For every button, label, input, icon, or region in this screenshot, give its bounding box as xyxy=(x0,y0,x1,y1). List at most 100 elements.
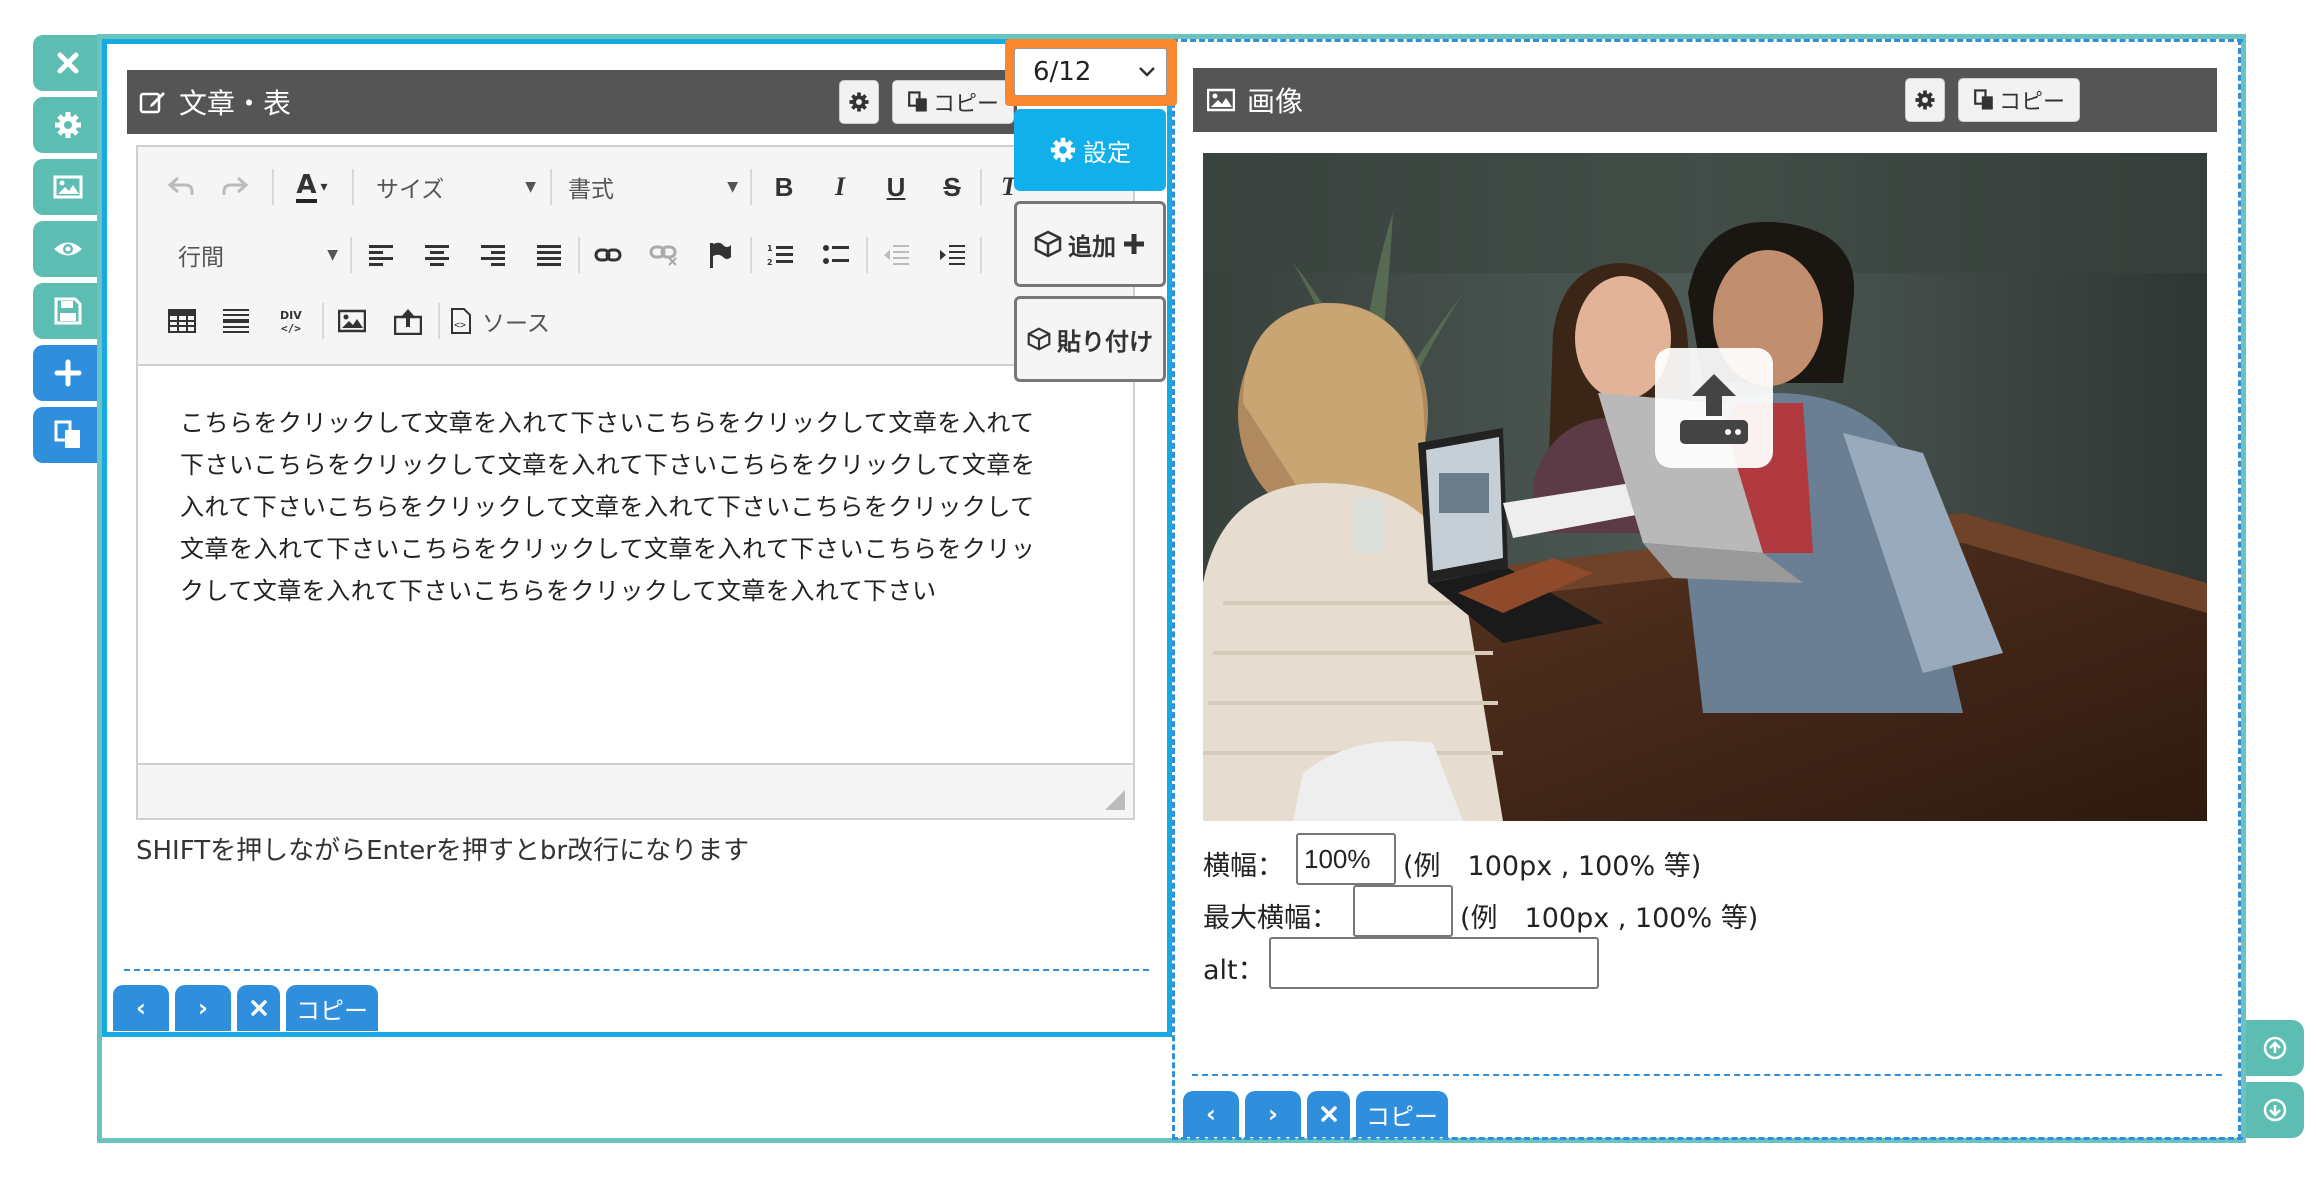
rich-text-editor[interactable]: A ▾ サイズ ▼ 書式 ▼ B I U S T 行間 ▼ 1 2 DIV </… xyxy=(136,145,1135,820)
line-height-dropdown[interactable]: 行間 ▼ xyxy=(178,237,338,273)
copy-column-button[interactable]: コピー xyxy=(286,985,378,1031)
column-size-value: 6/12 xyxy=(1033,57,1092,87)
copy-block-button[interactable] xyxy=(33,407,102,463)
image-panel-copy-label: コピー xyxy=(1998,90,2065,115)
image-panel-copy-button[interactable]: コピー xyxy=(1958,78,2080,122)
column-settings-label: 設定 xyxy=(1083,138,1131,167)
unlink-button[interactable] xyxy=(646,237,682,273)
upload-image-button[interactable] xyxy=(390,303,426,339)
undo-button[interactable] xyxy=(164,169,198,205)
resize-handle-icon[interactable] xyxy=(1105,790,1125,810)
move-right-button[interactable]: › xyxy=(175,985,231,1031)
copy-icon xyxy=(908,91,927,112)
editor-line: 下さいこちらをクリックして文章を入れて下さいこちらをクリックして文章を xyxy=(180,451,1036,479)
editor-content[interactable]: こちらをクリックして文章を入れて下さいこちらをクリックして文章を入れて 下さいこ… xyxy=(180,402,1100,612)
text-panel-copy-button[interactable]: コピー xyxy=(892,80,1014,124)
cube-icon xyxy=(1027,327,1051,351)
column-settings-button[interactable]: 設定 xyxy=(1014,109,1166,191)
image-preview[interactable] xyxy=(1203,153,2207,821)
image-panel-settings-button[interactable] xyxy=(1905,78,1945,122)
bold-icon: B xyxy=(774,171,794,202)
svg-text:1: 1 xyxy=(767,244,773,253)
redo-button[interactable] xyxy=(218,169,252,205)
anchor-button[interactable] xyxy=(702,237,738,273)
text-panel-settings-button[interactable] xyxy=(839,80,879,124)
max-width-label: 最大横幅： xyxy=(1203,903,1338,934)
div-icon: DIV</> xyxy=(280,309,302,335)
editor-line: クして文章を入れて下さいこちらをクリックして文章を入れて下さい xyxy=(180,577,937,605)
move-left-button[interactable]: ‹ xyxy=(1183,1091,1239,1137)
insert-image-button[interactable] xyxy=(334,303,370,339)
settings-button[interactable] xyxy=(33,97,102,153)
width-example: (例 100px , 100% 等) xyxy=(1403,851,1702,882)
gear-icon xyxy=(1050,137,1076,163)
chevron-down-icon: ▼ xyxy=(727,179,738,195)
indent-button[interactable] xyxy=(934,237,970,273)
redo-icon xyxy=(222,176,249,195)
horizontal-rule-button[interactable] xyxy=(218,303,254,339)
editor-line: 文章を入れて下さいこちらをクリックして文章を入れて下さいこちらをクリッ xyxy=(180,535,1036,563)
width-input[interactable] xyxy=(1296,833,1396,885)
line-height-label: 行間 xyxy=(178,245,224,271)
italic-button[interactable]: I xyxy=(822,169,858,205)
add-button[interactable] xyxy=(33,345,102,401)
outdent-icon xyxy=(884,245,909,265)
source-code-icon: <> xyxy=(451,308,471,334)
preview-button[interactable] xyxy=(33,221,102,277)
indent-icon xyxy=(940,245,965,265)
format-label: 書式 xyxy=(568,177,614,203)
chevron-down-icon: ▼ xyxy=(525,179,536,195)
upload-image-button[interactable] xyxy=(1655,348,1773,468)
italic-icon: I xyxy=(834,172,846,201)
alt-input[interactable] xyxy=(1269,937,1599,989)
outdent-button[interactable] xyxy=(878,237,914,273)
max-width-input[interactable] xyxy=(1353,885,1453,937)
align-left-button[interactable] xyxy=(364,237,398,273)
table-button[interactable] xyxy=(164,303,200,339)
strikethrough-button[interactable]: S xyxy=(934,169,970,205)
add-block-button[interactable]: 追加 xyxy=(1014,201,1166,287)
format-dropdown[interactable]: 書式 ▼ xyxy=(568,169,738,205)
paste-block-button[interactable]: 貼り付け xyxy=(1014,296,1166,382)
svg-text:DIV: DIV xyxy=(280,309,302,322)
numbered-list-button[interactable]: 12 xyxy=(762,237,798,273)
text-panel-header: 文章・表 コピー xyxy=(127,70,1017,134)
source-button[interactable]: <> ソース xyxy=(450,303,550,339)
copy-column-button[interactable]: コピー xyxy=(1356,1091,1448,1137)
div-button[interactable]: DIV </> xyxy=(274,303,310,339)
link-icon xyxy=(594,248,622,262)
delete-column-button[interactable] xyxy=(1307,1091,1350,1137)
move-row-up-button[interactable] xyxy=(2246,1020,2304,1076)
line-break-hint: SHIFTを押しながらEnterを押すとbr改行になります xyxy=(136,836,750,866)
chevron-down-icon: ▼ xyxy=(327,247,338,263)
editor-statusbar xyxy=(138,763,1133,818)
image-panel-title: 画像 xyxy=(1247,85,1304,118)
align-center-button[interactable] xyxy=(420,237,454,273)
eye-icon xyxy=(53,242,82,256)
edit-icon xyxy=(139,92,165,114)
close-button[interactable] xyxy=(33,35,102,91)
text-color-button[interactable]: A ▾ xyxy=(286,167,338,207)
image-button[interactable] xyxy=(33,159,102,215)
move-left-button[interactable]: ‹ xyxy=(113,985,169,1031)
justify-button[interactable] xyxy=(532,237,566,273)
move-row-down-button[interactable] xyxy=(2246,1082,2304,1138)
column-size-select[interactable]: 6/12 xyxy=(1014,48,1167,96)
save-button[interactable] xyxy=(33,283,102,339)
image-column-frame-right-edge xyxy=(2238,39,2241,1140)
editor-toolbar: A ▾ サイズ ▼ 書式 ▼ B I U S T 行間 ▼ 1 2 DIV </… xyxy=(138,147,1133,366)
delete-column-button[interactable] xyxy=(237,985,280,1031)
bold-button[interactable]: B xyxy=(766,169,802,205)
link-button[interactable] xyxy=(590,237,626,273)
max-width-example: (例 100px , 100% 等) xyxy=(1460,903,1759,934)
plus-icon xyxy=(1124,234,1144,254)
copy-icon xyxy=(54,420,80,448)
move-right-button[interactable]: › xyxy=(1245,1091,1301,1137)
underline-button[interactable]: U xyxy=(878,169,914,205)
strikethrough-icon: S xyxy=(943,171,961,202)
bullet-list-button[interactable] xyxy=(818,237,854,273)
align-left-icon xyxy=(369,245,393,266)
align-right-button[interactable] xyxy=(476,237,510,273)
close-icon xyxy=(57,52,78,74)
font-size-dropdown[interactable]: サイズ ▼ xyxy=(376,169,536,205)
